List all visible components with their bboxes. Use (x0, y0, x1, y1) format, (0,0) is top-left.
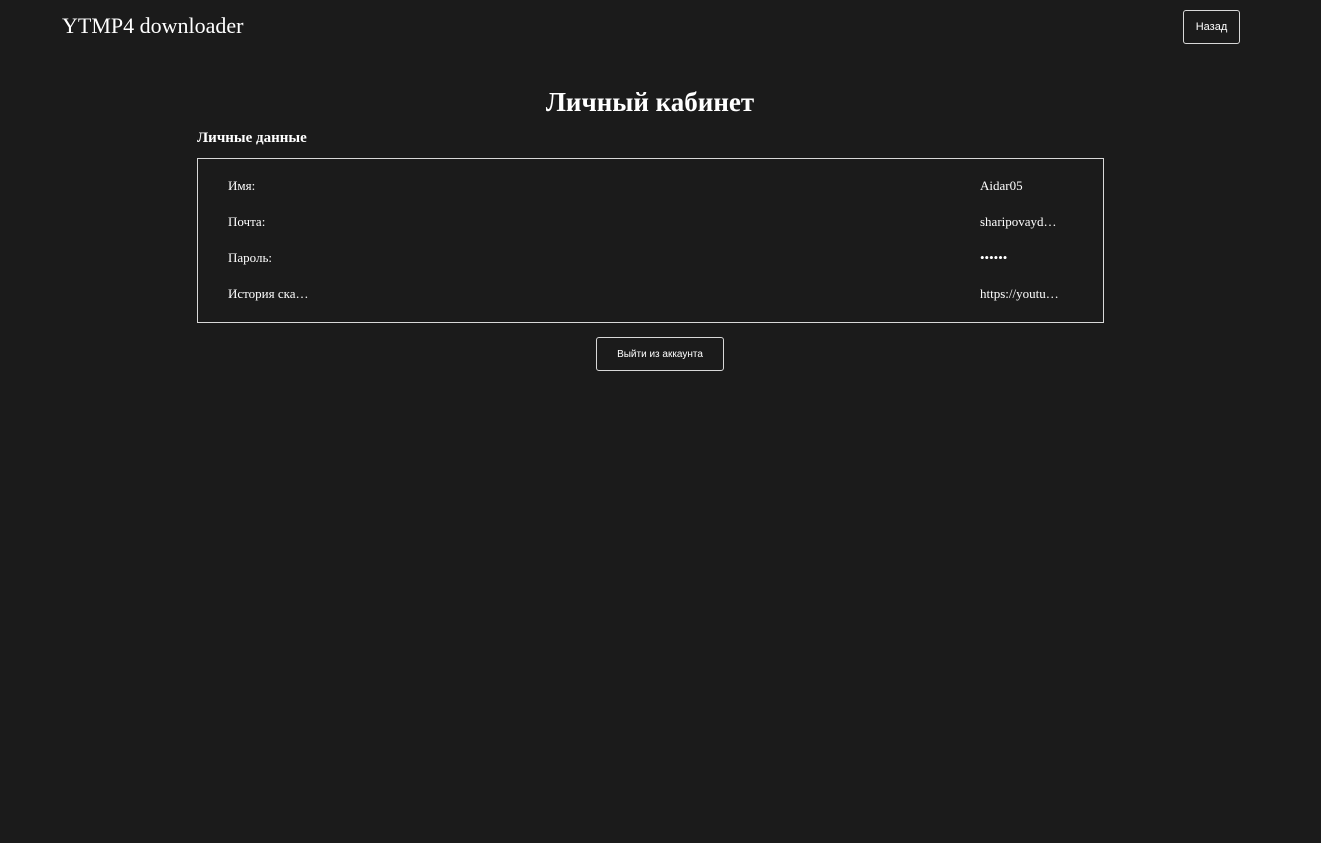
history-value[interactable]: https://youtu… (980, 284, 1059, 304)
email-value: sharipovayd… (980, 214, 1057, 229)
info-row-password: Пароль: •••••• (198, 248, 1103, 268)
info-row-name: Имя: Aidar05 (198, 176, 1103, 196)
back-button[interactable]: Назад (1183, 10, 1240, 44)
email-label: Почта: (228, 214, 266, 229)
app-title: YTMP4 downloader (62, 13, 244, 38)
page-title: Личный кабинет (545, 87, 755, 117)
password-label: Пароль: (228, 250, 273, 265)
info-row-email: Почта: sharipovayd… (198, 212, 1103, 232)
password-value: •••••• (980, 250, 1008, 265)
name-value: Aidar05 (980, 178, 1023, 193)
logout-button[interactable]: Выйти из аккаунта (596, 337, 724, 371)
personal-info-panel: Имя: Aidar05 Почта: sharipovayd… Пароль:… (197, 158, 1104, 323)
section-title: Личные данные (197, 130, 307, 146)
history-label: История ска… (228, 286, 309, 301)
name-label: Имя: (228, 178, 256, 193)
info-row-history: История ска… https://youtu… (198, 284, 1103, 304)
